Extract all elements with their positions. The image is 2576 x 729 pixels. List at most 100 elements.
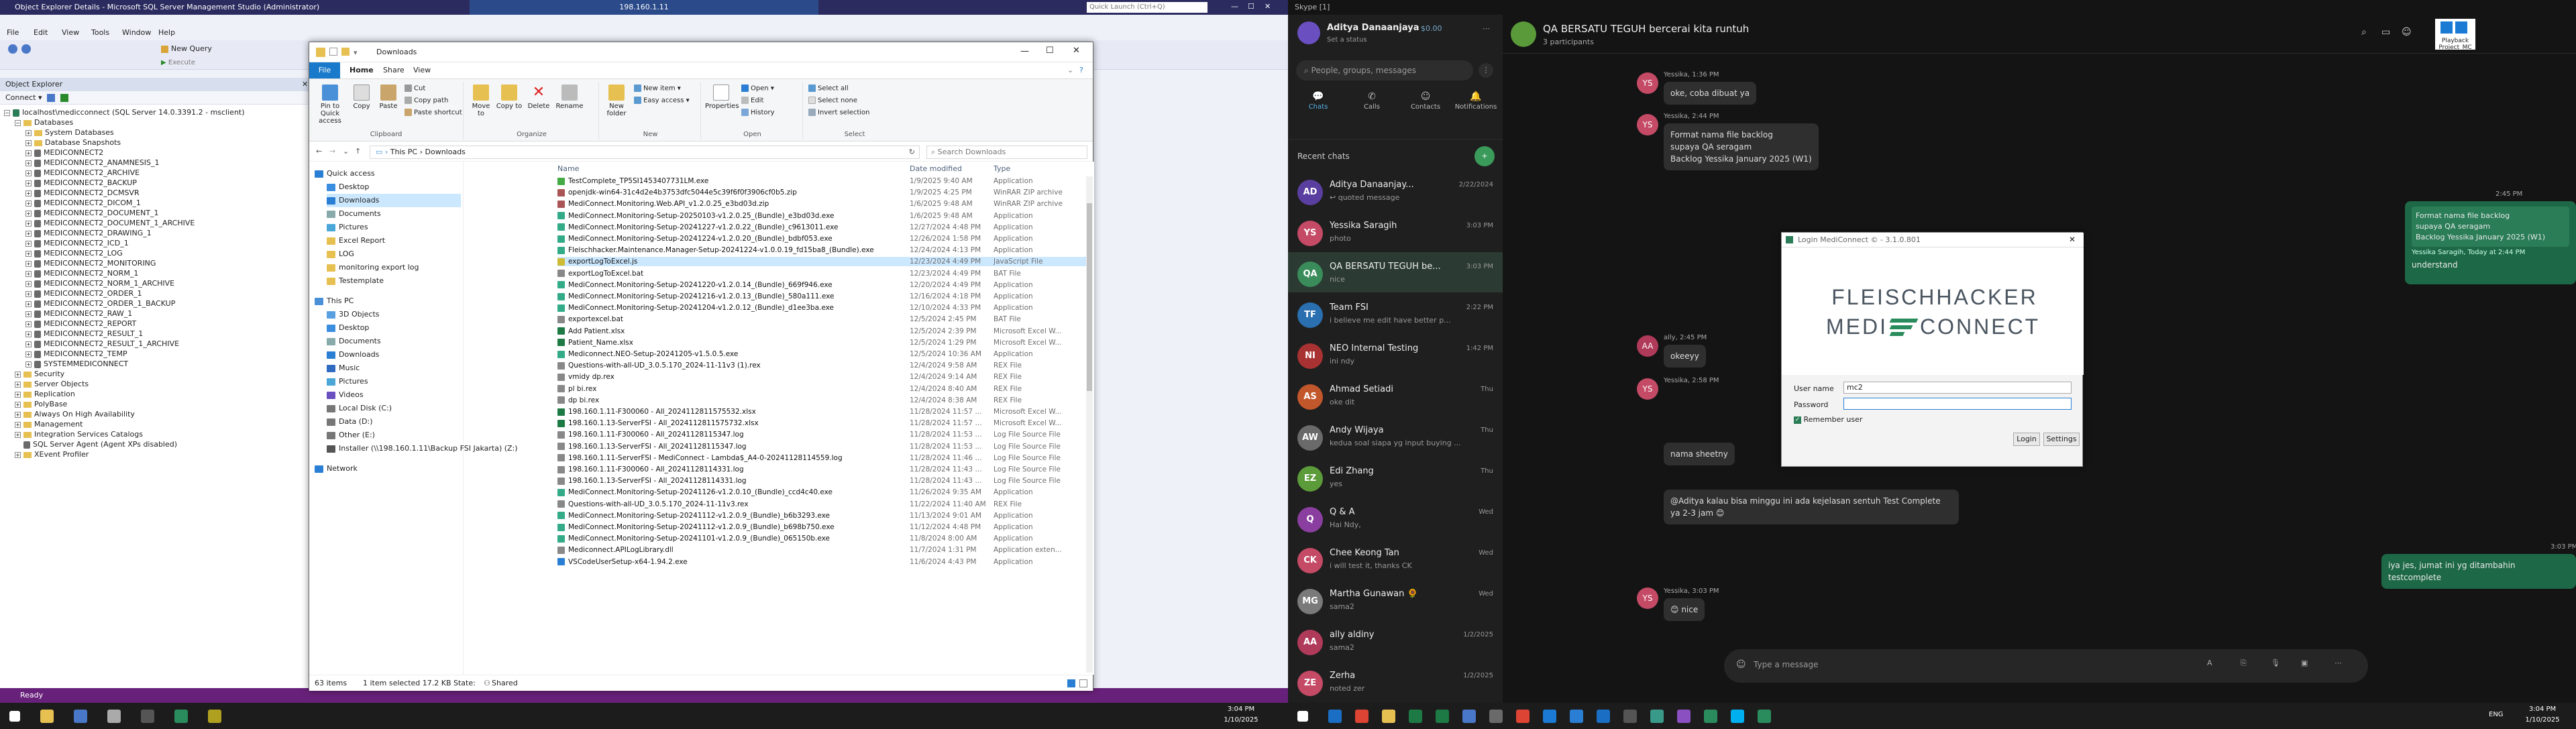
remote-taskbar-icon[interactable] — [107, 710, 121, 723]
expand-icon[interactable]: + — [25, 200, 32, 207]
app-taskbar-icon[interactable] — [208, 710, 221, 723]
nav-item[interactable]: Local Disk (C:) — [327, 402, 392, 415]
file-row[interactable]: MediConnect.Monitoring-Setup-20241101-v1… — [557, 534, 1087, 543]
invert-selection-button[interactable]: Invert selection — [808, 109, 870, 117]
nav-item[interactable]: Videos — [327, 388, 364, 402]
explorer-taskbar-icon[interactable] — [1382, 710, 1395, 723]
expand-icon[interactable]: + — [25, 139, 32, 146]
tree-node[interactable]: + SYSTEMMEDICONNECT — [25, 359, 128, 369]
message-bubble[interactable]: 😊 nice — [1664, 598, 1705, 621]
tree-node[interactable]: + MEDICONNECT2_ORDER_1_BACKUP — [25, 298, 175, 309]
chat-list-item[interactable]: CK Chee Keong Tan i will test it, thanks C… — [1288, 539, 1503, 579]
playback-widget[interactable]: Playback Project_MC — [2435, 19, 2475, 51]
start-icon[interactable] — [1297, 711, 1308, 722]
column-type[interactable]: Type — [994, 164, 1010, 173]
tree-node[interactable]: + MEDICONNECT2_DRAWING_1 — [25, 228, 152, 238]
avatar[interactable]: AA — [1637, 335, 1658, 357]
expand-icon[interactable]: + — [25, 361, 32, 368]
file-row[interactable]: TestComplete_TP5SI1453407731LM.exe 1/9/20… — [557, 176, 1087, 186]
properties-icon[interactable] — [329, 48, 337, 56]
tree-node[interactable]: + MEDICONNECT2_RESULT_1_ARCHIVE — [25, 339, 179, 349]
chrome-taskbar-icon[interactable] — [1355, 710, 1368, 723]
new-folder-button[interactable]: New folder — [603, 85, 630, 117]
tree-node[interactable]: + MEDICONNECT2_MONITORING — [25, 258, 156, 268]
tree-node[interactable]: + MEDICONNECT2_DOCUMENT_1_ARCHIVE — [25, 218, 195, 228]
file-row[interactable]: exportLogToExcel.js 12/23/2024 4:49 PM Jav… — [557, 257, 1087, 267]
file-row[interactable]: Patient_Name.xlsx 12/5/2024 1:29 PM Micros… — [557, 338, 1087, 347]
file-row[interactable]: exportexcel.bat 12/5/2024 2:45 PM BAT File — [557, 315, 1087, 324]
tree-node[interactable]: + MEDICONNECT2_RESULT_1 — [25, 329, 143, 339]
add-people-icon[interactable]: ☺ — [2402, 27, 2412, 38]
dialpad-icon[interactable]: ⋮ — [1479, 63, 1493, 78]
file-row[interactable]: MediConnect.Monitoring-Setup-20241227-v1… — [557, 223, 1087, 232]
expand-icon[interactable]: + — [25, 190, 32, 197]
file-row[interactable]: MediConnect.Monitoring-Setup-20241126-v1… — [557, 488, 1087, 497]
expand-icon[interactable]: + — [25, 210, 32, 217]
file-row[interactable]: dp bi.rex 12/4/2024 8:38 AM REX File — [557, 396, 1087, 405]
file-row[interactable]: 198.160.1.11-F300060 - All_2024112811534… — [557, 430, 1087, 439]
tab-home[interactable]: Home — [350, 66, 374, 74]
details-view-icon[interactable] — [1067, 679, 1075, 687]
nav-item[interactable]: This PC — [315, 294, 354, 308]
nav-item[interactable]: Data (D:) — [327, 415, 373, 429]
start-icon[interactable] — [9, 711, 20, 722]
breadcrumb-this-pc[interactable]: This PC — [390, 148, 417, 156]
tree-node[interactable]: + MEDICONNECT2_NORM_1_ARCHIVE — [25, 278, 174, 288]
easy-access-button[interactable]: Easy access ▾ — [634, 97, 690, 105]
close-icon[interactable]: ✕ — [1265, 2, 1271, 11]
mediconnect-taskbar-icon[interactable] — [174, 710, 188, 723]
expand-icon[interactable]: + — [25, 240, 32, 247]
nav-item[interactable]: Excel Report — [327, 234, 385, 247]
nav-item[interactable]: 3D Objects — [327, 308, 380, 321]
maximize-icon[interactable]: ☐ — [1248, 2, 1254, 11]
breadcrumb-downloads[interactable]: Downloads — [425, 148, 466, 156]
nav-item[interactable]: LOG — [327, 247, 354, 261]
chat-list-item[interactable]: MG Martha Gunawan 🌻 sama2 Wed — [1288, 579, 1503, 620]
file-row[interactable]: MediConnect.Monitoring-Setup-20250103-v1… — [557, 211, 1087, 221]
login-button[interactable]: Login — [2013, 433, 2040, 446]
tree-node[interactable]: SQL Server Agent (Agent XPs disabled) — [15, 439, 177, 449]
format-icon[interactable]: A — [2207, 659, 2212, 667]
minimize-icon[interactable]: — — [1231, 2, 1238, 11]
right-clock-date[interactable]: 1/10/2025 — [2516, 716, 2569, 724]
language-indicator[interactable]: ENG — [2489, 711, 2504, 718]
message-bubble[interactable]: oke, coba dibuat ya — [1664, 82, 1757, 105]
mediconnect-taskbar-icon[interactable] — [1758, 710, 1771, 723]
tree-node[interactable]: + Security — [15, 369, 64, 379]
app-taskbar-icon[interactable] — [1516, 710, 1529, 723]
expand-icon[interactable]: + — [25, 250, 32, 257]
tree-node[interactable]: + MEDICONNECT2_NORM_1 — [25, 268, 138, 278]
file-row[interactable]: 198.160.1.11-F300060 - All_2024112811433… — [557, 465, 1087, 474]
expand-icon[interactable]: + — [25, 311, 32, 317]
file-row[interactable]: MediConnect.Monitoring-Setup-20241204-v1… — [557, 303, 1087, 313]
profile-credit[interactable]: $0.00 — [1421, 24, 1442, 33]
expand-icon[interactable]: + — [25, 351, 32, 357]
message-bubble[interactable]: @Aditya kalau bisa minggu ini ada kejela… — [1664, 490, 1959, 524]
tree-node[interactable]: + MEDICONNECT2_BACKUP — [25, 178, 137, 188]
copy-path-button[interactable]: Copy path — [405, 97, 448, 105]
chat-list-item[interactable]: AD Aditya Danaanjay... ↩ quoted message 2/2… — [1288, 170, 1503, 211]
cut-button[interactable]: Cut — [405, 85, 425, 93]
nav-item[interactable]: monitoring export log — [327, 261, 419, 274]
file-row[interactable]: 198.160.1.13-ServerFSI - All_20241128115… — [557, 418, 1087, 428]
tree-node[interactable]: + System Databases — [25, 127, 114, 137]
search-taskbar-icon[interactable] — [1623, 710, 1637, 723]
new-chat-icon[interactable]: + — [1474, 146, 1495, 166]
quick-launch-input[interactable]: Quick Launch (Ctrl+Q) — [1087, 2, 1208, 13]
expand-icon[interactable]: + — [25, 170, 32, 176]
nav-item[interactable]: Other (E:) — [327, 429, 375, 442]
close-icon[interactable]: ✕ — [1073, 46, 1080, 56]
help-icon[interactable]: ? — [1079, 66, 1083, 74]
expand-icon[interactable]: + — [25, 180, 32, 186]
large-icons-view-icon[interactable] — [1079, 679, 1087, 687]
expand-icon[interactable]: + — [25, 321, 32, 327]
expand-icon[interactable]: + — [25, 280, 32, 287]
vscode-taskbar-icon[interactable] — [1570, 710, 1583, 723]
edit-button[interactable]: Edit — [741, 97, 763, 105]
nav-item[interactable]: Installer (\\198.160.1.11\Backup FSI Jak… — [327, 442, 518, 455]
nav-item[interactable]: Quick access — [315, 167, 375, 180]
scroll-thumb[interactable] — [1087, 203, 1092, 391]
delete-button[interactable]: ✕ Delete — [525, 85, 552, 111]
nav-item[interactable]: Pictures — [327, 375, 368, 388]
left-clock-time[interactable]: 3:04 PM — [1214, 706, 1268, 713]
